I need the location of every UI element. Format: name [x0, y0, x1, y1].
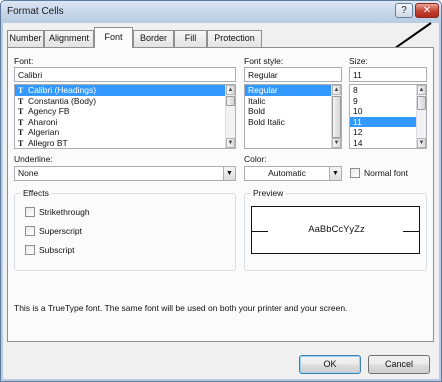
tab-font[interactable]: Font	[94, 27, 133, 48]
preview-sample: AaBbCcYyZz	[308, 224, 365, 235]
preview-group: Preview AaBbCcYyZz	[244, 188, 427, 271]
font-list-item[interactable]: T Allegro BT	[15, 138, 235, 149]
scroll-up-icon[interactable]: ▲	[226, 85, 235, 95]
size-item[interactable]: 8	[350, 85, 426, 96]
tab-border[interactable]: Border	[133, 30, 174, 47]
tab-number[interactable]: Number	[7, 30, 44, 47]
size-list-scrollbar[interactable]: ▲ ▼	[416, 85, 426, 148]
chevron-down-icon[interactable]: ▼	[223, 167, 235, 180]
font-info-text: This is a TrueType font. The same font w…	[14, 303, 348, 313]
font-style-item[interactable]: Bold Italic	[245, 117, 341, 128]
truetype-icon: T	[18, 128, 24, 137]
tab-fill[interactable]: Fill	[174, 30, 207, 47]
underline-label: Underline:	[14, 154, 53, 164]
size-item[interactable]: 11	[350, 116, 426, 127]
format-cells-dialog: Format Cells ? ✕ Number Alignment Font B…	[0, 0, 442, 382]
color-dropdown[interactable]: Automatic ▼	[244, 166, 342, 181]
strikethrough-checkbox[interactable]	[25, 207, 35, 217]
help-button[interactable]: ?	[395, 3, 413, 18]
scroll-down-icon[interactable]: ▼	[417, 138, 426, 148]
normal-font-label: Normal font	[364, 168, 408, 178]
size-list[interactable]: 8 9 10 11 12 14 ▲ ▼	[349, 84, 427, 149]
font-style-input[interactable]: Regular	[244, 67, 342, 82]
underline-dropdown[interactable]: None ▼	[14, 166, 236, 181]
font-style-item[interactable]: Regular	[245, 85, 341, 96]
size-item[interactable]: 14	[350, 138, 426, 149]
strikethrough-label: Strikethrough	[39, 207, 90, 217]
font-list-item[interactable]: T Constantia (Body)	[15, 96, 235, 107]
size-item[interactable]: 9	[350, 96, 426, 107]
font-style-scrollbar[interactable]: ▲ ▼	[331, 85, 341, 148]
title-bar[interactable]: Format Cells ? ✕	[1, 1, 441, 23]
scroll-down-icon[interactable]: ▼	[226, 138, 235, 148]
font-list-item[interactable]: T Calibri (Headings)	[15, 85, 235, 96]
scroll-thumb[interactable]	[226, 96, 235, 106]
font-list-item[interactable]: T Aharoni	[15, 117, 235, 128]
truetype-icon: T	[18, 96, 24, 106]
cancel-button[interactable]: Cancel	[368, 355, 430, 374]
close-button[interactable]: ✕	[415, 3, 439, 18]
effects-group: Effects Strikethrough Superscript Subscr…	[14, 188, 236, 271]
preview-box: AaBbCcYyZz	[251, 206, 420, 254]
truetype-icon: T	[18, 107, 24, 116]
font-style-list[interactable]: Regular Italic Bold Bold Italic ▲ ▼	[244, 84, 342, 149]
dialog-client: Number Alignment Font Border Fill Protec…	[3, 23, 439, 379]
scroll-thumb[interactable]	[332, 96, 341, 138]
underline-value: None	[18, 168, 39, 178]
truetype-icon: T	[18, 138, 24, 148]
font-list-item[interactable]: T Algerian	[15, 127, 235, 138]
subscript-label: Subscript	[39, 245, 75, 255]
effects-label: Effects	[21, 188, 51, 198]
ok-button[interactable]: OK	[299, 355, 361, 374]
font-label: Font:	[14, 56, 34, 66]
scroll-down-icon[interactable]: ▼	[332, 138, 341, 148]
font-input[interactable]: Calibri	[14, 67, 236, 82]
scroll-up-icon[interactable]: ▲	[417, 85, 426, 95]
font-list-scrollbar[interactable]: ▲ ▼	[225, 85, 235, 148]
dialog-title: Format Cells	[7, 6, 64, 17]
truetype-icon: T	[18, 86, 24, 95]
superscript-label: Superscript	[39, 226, 82, 236]
size-item[interactable]: 12	[350, 127, 426, 138]
font-style-item[interactable]: Italic	[245, 96, 341, 107]
subscript-checkbox[interactable]	[25, 245, 35, 255]
font-list-item[interactable]: T Agency FB	[15, 106, 235, 117]
chevron-down-icon[interactable]: ▼	[329, 167, 341, 180]
tab-alignment[interactable]: Alignment	[44, 30, 94, 47]
truetype-icon: T	[18, 117, 24, 127]
font-tab-panel: Font: Calibri T Calibri (Headings) T Const…	[7, 47, 434, 342]
size-input[interactable]: 11	[349, 67, 427, 82]
size-label: Size:	[349, 56, 368, 66]
size-item[interactable]: 10	[350, 106, 426, 117]
normal-font-checkbox[interactable]	[350, 168, 360, 178]
preview-label: Preview	[251, 188, 286, 198]
scroll-thumb[interactable]	[417, 96, 426, 110]
color-value: Automatic	[268, 168, 306, 178]
superscript-checkbox[interactable]	[25, 226, 35, 236]
font-style-item[interactable]: Bold	[245, 106, 341, 117]
color-label: Color:	[244, 154, 267, 164]
font-list[interactable]: T Calibri (Headings) T Constantia (Body) T…	[14, 84, 236, 149]
font-style-label: Font style:	[244, 56, 284, 66]
tab-protection[interactable]: Protection	[207, 30, 262, 47]
scroll-up-icon[interactable]: ▲	[332, 85, 341, 95]
